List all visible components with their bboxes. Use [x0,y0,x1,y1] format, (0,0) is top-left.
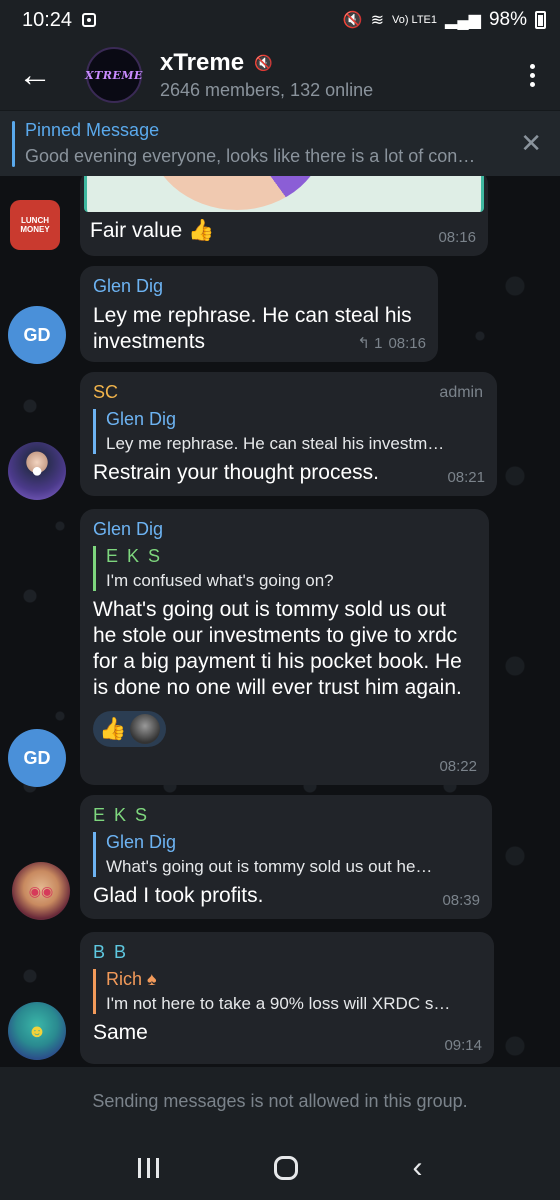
pinned-message-bar[interactable]: Pinned Message Good evening everyone, lo… [0,110,560,176]
avatar-eks[interactable]: ◉◉ [12,862,70,920]
reply-quote[interactable]: Glen Dig What's going out is tommy sold … [93,832,478,877]
message-bubble[interactable]: Fair value 👍 08:16 [80,176,488,256]
avatar-glen-dig[interactable]: GD [8,729,66,787]
network-label: Vo) LTE1 [391,13,438,26]
more-menu-button[interactable] [504,63,560,87]
arrow-left-icon: ← [18,55,52,94]
avatar-lunch-money[interactable]: LUNCH MONEY [10,200,60,250]
chat-messages-area[interactable]: LUNCH MONEY Fair value 👍 08:16 GD Glen Di… [0,176,560,1067]
status-time: 10:24 [22,8,73,31]
sender-name[interactable]: B B [93,942,480,963]
message-bubble[interactable]: B B Rich ♠ I'm not here to take a 90% lo… [80,932,494,1064]
status-icons: 🔇 ≋ Vo) LTE1 ▂▄▆ 98% [343,9,546,31]
message-time: 08:16 [388,334,426,352]
input-disabled-notice: Sending messages is not allowed in this … [0,1067,560,1135]
pinned-content: Pinned Message Good evening everyone, lo… [25,120,505,167]
reply-text: Ley me rephrase. He can steal his invest… [106,434,445,453]
chat-header: ← XTREME xTreme 🔇 2646 members, 132 onli… [0,40,560,110]
kebab-dot [529,63,535,69]
message-time: 09:14 [444,1037,482,1054]
recents-icon [137,1157,141,1178]
avatar-character-icon: ☻ [27,1020,47,1041]
chat-title-row: xTreme 🔇 [160,49,373,77]
recents-icon [146,1157,150,1178]
wifi-icon: ≋ [370,12,384,29]
group-avatar[interactable]: XTREME [85,47,142,103]
mute-status-icon: 🔇 [342,12,363,29]
message-meta: ↰ 1 08:16 [357,334,426,353]
message-image[interactable] [84,176,484,212]
message-time: 08:22 [439,758,477,775]
message-time: 08:16 [438,229,476,246]
reply-sender: E K S [106,546,163,566]
pie-chart-fragment [147,176,327,210]
pinned-text: Good evening everyone, looks like there … [25,146,476,166]
message-time: 08:21 [447,469,485,486]
message-text: Glad I took profits. [93,884,264,907]
system-nav-bar: ‹ [0,1135,560,1200]
message-text: Same [93,1021,148,1044]
message-bubble[interactable]: E K S Glen Dig What's going out is tommy… [80,795,492,919]
signal-icon: ▂▄▆ [445,12,481,29]
message-text: Fair value 👍 [90,219,215,242]
reply-sender: Rich ♠ [106,969,157,989]
chat-info[interactable]: xTreme 🔇 2646 members, 132 online [160,49,373,101]
admin-badge: admin [439,384,483,401]
pinned-indicator [12,120,15,167]
reply-text: I'm not here to take a 90% loss will XRD… [106,994,451,1013]
back-button[interactable]: ← [0,40,70,110]
avatar-face-icon: ◉◉ [28,882,54,899]
muted-icon: 🔇 [254,55,273,72]
reactions-row: 👍 [93,711,475,747]
kebab-dot [529,81,535,87]
sender-name[interactable]: E K S [93,805,478,826]
reactor-avatar [130,714,161,744]
message-bubble[interactable]: SC admin Glen Dig Ley me rephrase. He ca… [80,372,497,496]
reply-quote[interactable]: Rich ♠ I'm not here to take a 90% loss w… [93,969,480,1014]
message-text: What's going out is tommy sold us out he… [93,598,462,699]
message-bubble[interactable]: Glen Dig Ley me rephrase. He can steal h… [80,266,438,362]
chat-subtitle: 2646 members, 132 online [160,80,374,100]
reply-sender: Glen Dig [106,832,177,852]
system-back-button[interactable]: ‹ [413,1151,423,1185]
sender-name[interactable]: Glen Dig [93,519,475,540]
recents-icon [155,1157,159,1178]
sender-name[interactable]: SC [93,382,483,403]
message-time: 08:39 [442,892,480,909]
chat-title: xTreme [160,49,245,76]
reply-text: What's going out is tommy sold us out he… [106,857,433,876]
avatar-character-icon: ● [30,459,44,482]
home-icon [273,1155,298,1180]
sender-name[interactable]: Glen Dig [93,276,424,297]
lunch-box-icon: LUNCH MONEY [20,216,50,234]
recents-button[interactable] [137,1157,159,1178]
message-bubble[interactable]: Glen Dig E K S I'm confused what's going… [80,509,489,785]
chevron-left-icon: ‹ [412,1150,423,1184]
reaction-chip[interactable]: 👍 [93,711,167,747]
avatar-glen-dig[interactable]: GD [8,306,66,364]
thumbs-up-icon: 👍 [99,716,127,741]
notification-icon [82,13,97,27]
reply-quote[interactable]: Glen Dig Ley me rephrase. He can steal h… [93,409,483,454]
reply-quote[interactable]: E K S I'm confused what's going on? [93,546,475,591]
pinned-title: Pinned Message [25,120,160,140]
close-icon: ✕ [520,128,542,158]
close-pinned-button[interactable]: ✕ [520,128,542,159]
battery-icon [535,11,546,29]
message-text: Restrain your thought process. [93,461,379,484]
battery-label: 98% [488,9,527,30]
home-button[interactable] [273,1155,298,1180]
reply-text: I'm confused what's going on? [106,571,334,590]
status-bar: 10:24 🔇 ≋ Vo) LTE1 ▂▄▆ 98% [0,0,560,40]
notice-text: Sending messages is not allowed in this … [92,1090,468,1111]
reply-sender: Glen Dig [106,409,177,429]
avatar-sc[interactable]: ● [8,442,66,500]
kebab-dot [529,72,535,78]
reply-count[interactable]: ↰ 1 [357,334,382,352]
avatar-bb[interactable]: ☻ [8,1002,66,1060]
